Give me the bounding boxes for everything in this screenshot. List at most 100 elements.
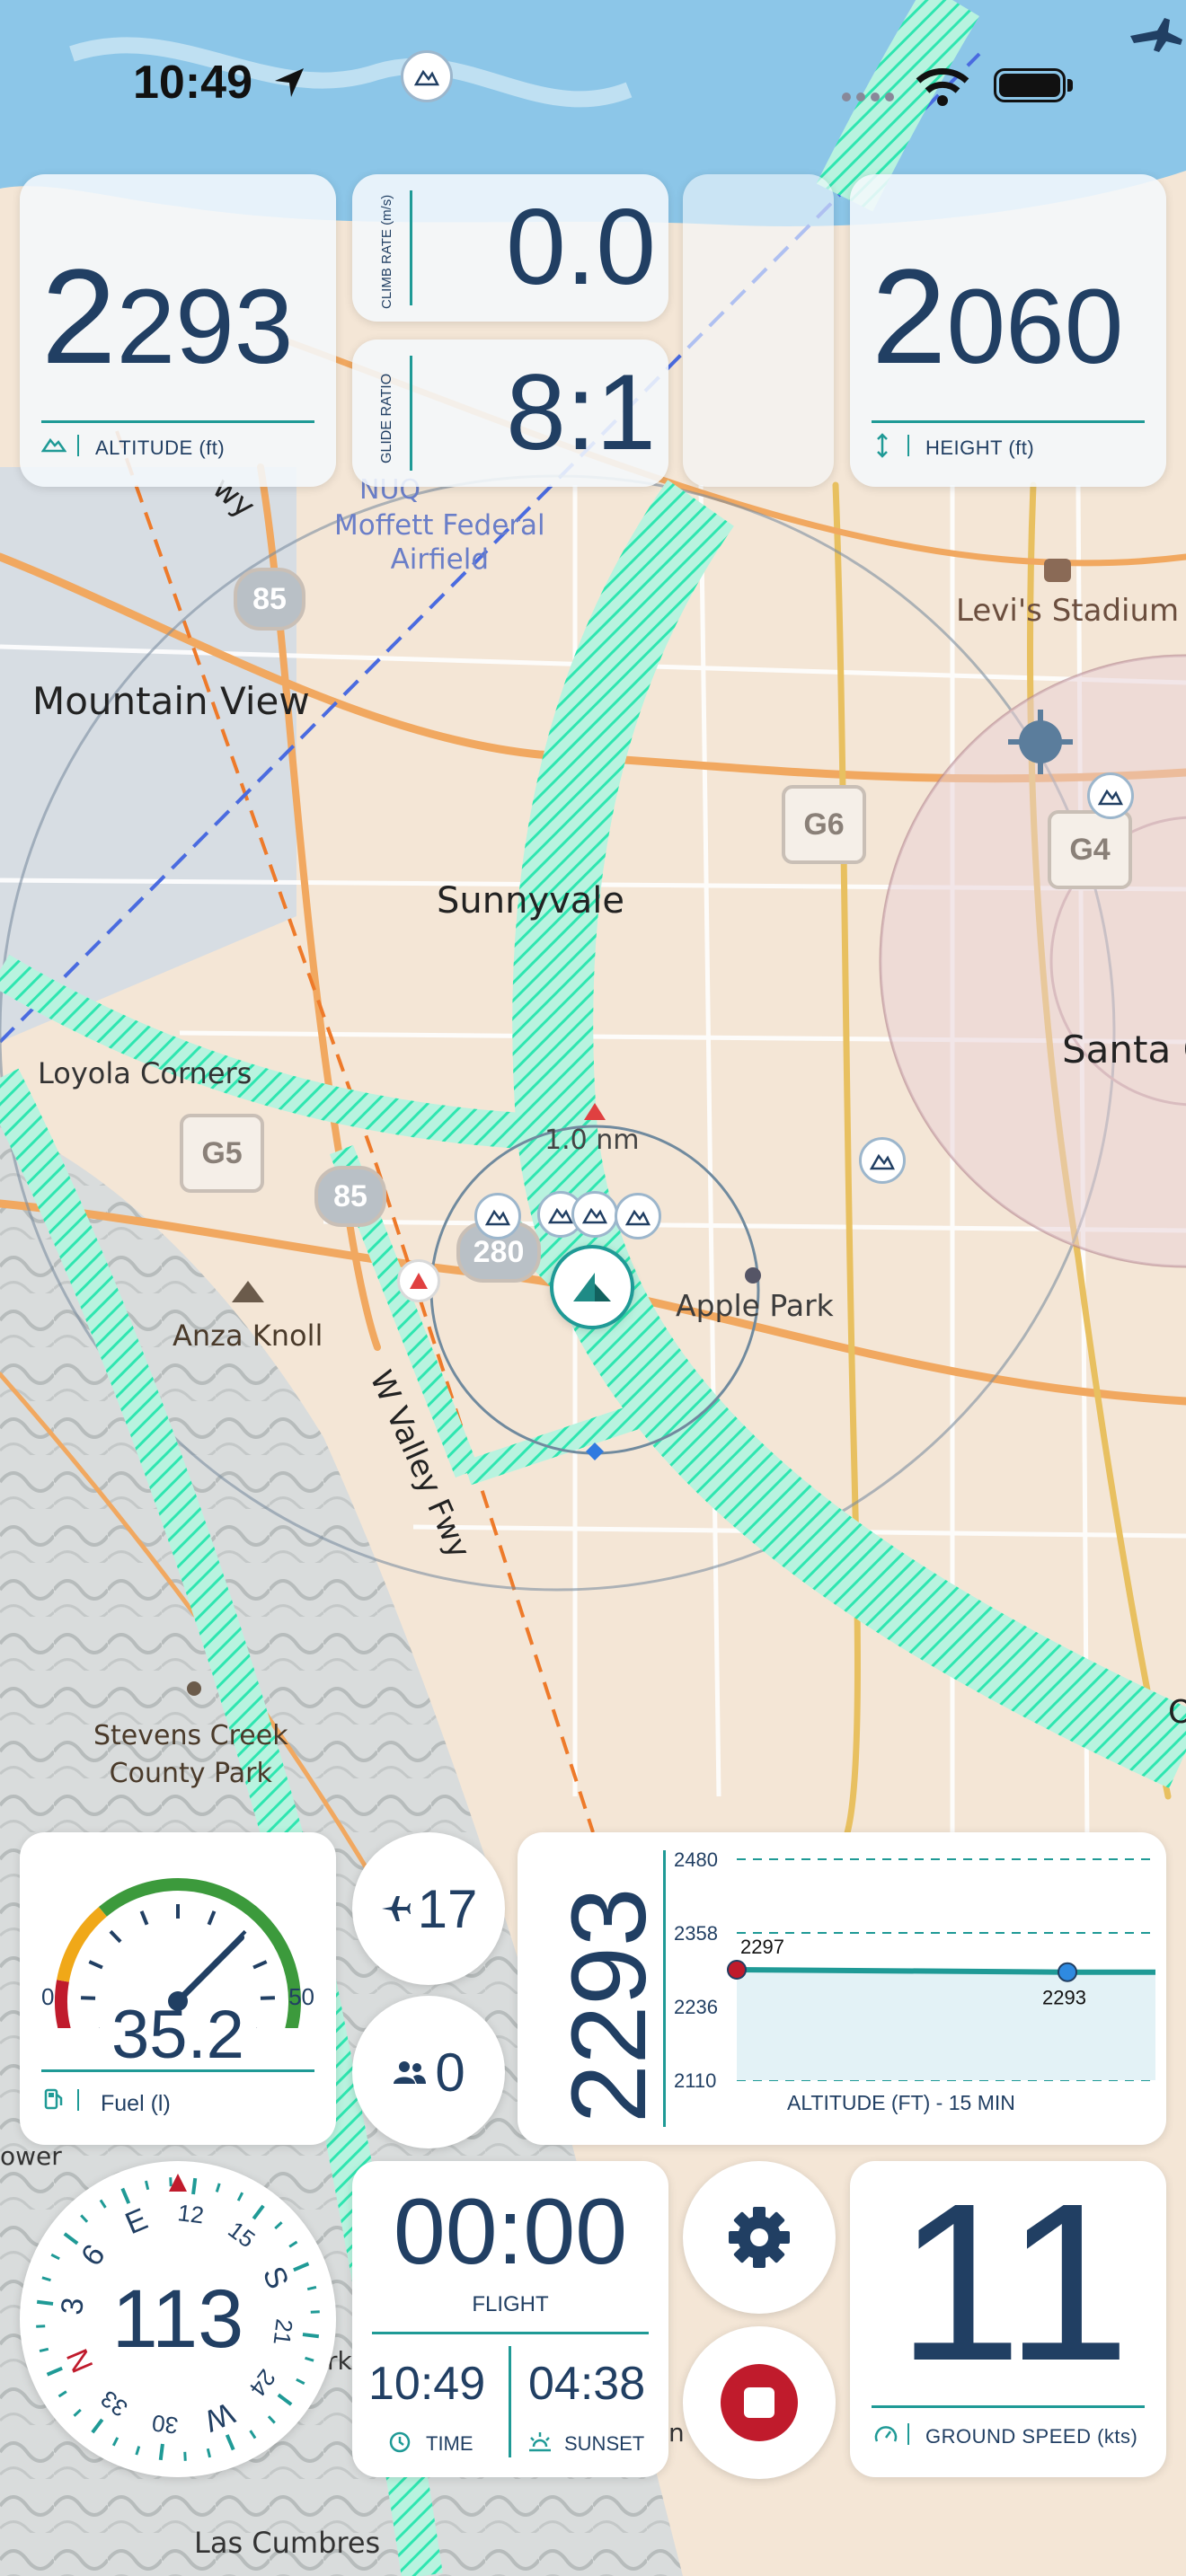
- climb-rate-value: 0.0: [506, 187, 656, 307]
- map-label-sunnyvale: Sunnyvale: [437, 880, 625, 922]
- thermal-icon-1[interactable]: [474, 1193, 521, 1239]
- stop-recording-button[interactable]: [683, 2326, 836, 2479]
- route-shield-85: 85: [234, 568, 305, 631]
- ground-speed-label: GROUND SPEED (kts): [925, 2425, 1138, 2448]
- people-icon: [394, 2061, 427, 2084]
- clock-time-label: TIME: [426, 2432, 474, 2455]
- clock-icon: [389, 2431, 411, 2453]
- compass[interactable]: N 3 6 E 12 15 S 21 24 W 30 33 113: [20, 2161, 336, 2477]
- speedometer-icon: [874, 2426, 898, 2442]
- map-label-stevens-creek: Stevens Creek County Park: [93, 1720, 288, 1789]
- climb-rate-label: CLIMB RATE (m/s): [379, 194, 394, 309]
- fuel-gauge-needle: [174, 1934, 245, 2005]
- height-label: HEIGHT (ft): [925, 437, 1035, 459]
- route-shield-g4: G4: [1048, 810, 1132, 889]
- fuel-pump-icon: [44, 2088, 63, 2110]
- map-label-apple-park: Apple Park: [676, 1288, 834, 1323]
- warning-icon[interactable]: [397, 1259, 440, 1302]
- fuel-label: Fuel (l): [101, 2091, 171, 2116]
- fuel-gauge-tick: [252, 1960, 268, 1970]
- ground-speed-value: 11: [897, 2157, 1130, 2407]
- map-label-santa-clara: Santa C: [1062, 1028, 1186, 1072]
- altitude-chart-tick-label: 2358: [674, 1922, 718, 1945]
- map-label-fragment-n: n: [668, 2418, 685, 2448]
- own-aircraft-icon[interactable]: [550, 1245, 634, 1329]
- altitude-chart-big-value: 2293: [550, 1887, 668, 2123]
- route-shield-g5: G5: [180, 1114, 264, 1193]
- airplane-icon: [381, 1896, 411, 1921]
- fuel-gauge-tick: [139, 1910, 149, 1926]
- route-shield-85-south: 85: [314, 1166, 386, 1227]
- fuel-gauge-tick: [207, 1910, 217, 1926]
- flight-timer-label: FLIGHT: [472, 2292, 549, 2316]
- height-value-rest: 060: [946, 268, 1124, 386]
- height-panel[interactable]: 2060 HEIGHT (ft): [850, 174, 1166, 487]
- altitude-panel[interactable]: 2293 ALTITUDE (ft): [20, 174, 336, 487]
- compass-tick: [36, 2299, 54, 2306]
- thermal-icon-top[interactable]: [401, 50, 453, 102]
- altitude-chart-area: [737, 1970, 1155, 2080]
- altitude-chart-start-point: [727, 1960, 747, 1980]
- sunset-time: 04:38: [528, 2358, 646, 2410]
- fuel-gauge-tick: [88, 1960, 103, 1970]
- battery-icon: [994, 68, 1066, 102]
- altitude-chart-panel[interactable]: 2293 2480 2358 2236 2110 2297 2293 ALTITUDE (…: [518, 1832, 1166, 2145]
- height-value-lead: 2: [872, 241, 947, 392]
- people-count-value: 0: [435, 2042, 465, 2103]
- map-label-loyola-corners: Loyola Corners: [38, 1056, 252, 1090]
- altitude-chart-tick-label: 2480: [674, 1848, 718, 1871]
- compass-tick: [191, 2177, 198, 2195]
- compass-tick: [169, 2177, 173, 2187]
- map-label-anza-knoll: Anza Knoll: [173, 1319, 323, 1353]
- location-arrow-icon: [275, 68, 304, 97]
- altitude-label: ALTITUDE (ft): [95, 437, 226, 459]
- compass-tick: [158, 2443, 164, 2461]
- compass-ring-label: 30: [150, 2409, 179, 2439]
- compass-tick: [36, 2325, 46, 2328]
- altitude-chart: 2480 2358 2236 2110 2297 2293: [674, 1848, 1155, 2092]
- height-icon: [877, 433, 888, 458]
- people-count-button[interactable]: 0: [352, 1996, 505, 2148]
- glide-ratio-label: GLIDE RATIO: [379, 373, 394, 463]
- glide-ratio-panel[interactable]: GLIDE RATIO 8:1: [352, 340, 668, 487]
- altitude-value-rest: 293: [116, 268, 294, 386]
- empty-instrument-slot[interactable]: [683, 174, 834, 487]
- altitude-value-lead: 2: [41, 241, 117, 392]
- compass-tick: [310, 2310, 320, 2314]
- battery-cap: [1067, 79, 1073, 92]
- sunset-label: SUNSET: [564, 2432, 645, 2455]
- altitude-chart-end-label: 2293: [1042, 1987, 1086, 2009]
- altitude-chart-line: [736, 1967, 1155, 1975]
- thermal-icon-east[interactable]: [859, 1137, 906, 1184]
- flight-time-panel[interactable]: 00:00 FLIGHT 10:49 TIME 04:38 SUNSET: [352, 2161, 668, 2477]
- altitude-icon: [41, 437, 66, 453]
- climb-rate-panel[interactable]: CLIMB RATE (m/s) 0.0: [352, 174, 668, 322]
- compass-heading: 113: [111, 2272, 244, 2365]
- fuel-gauge-tick: [109, 1929, 122, 1944]
- aircraft-count-button[interactable]: 17: [352, 1832, 505, 1985]
- wifi-icon: [916, 68, 969, 106]
- fuel-panel[interactable]: 0 50 35.2 Fuel (l): [20, 1832, 336, 2145]
- glide-ratio-value: 8:1: [506, 352, 656, 472]
- status-time: 10:49: [133, 57, 252, 109]
- gear-icon: [729, 2207, 790, 2268]
- compass-tick: [302, 2333, 320, 2339]
- map-label-fragment-o: O: [1168, 1694, 1186, 1731]
- compass-ring-label: 12: [176, 2199, 205, 2228]
- altitude-chart-start-label: 2297: [740, 1936, 784, 1958]
- ground-speed-panel[interactable]: 11 GROUND SPEED (kts): [850, 2161, 1166, 2477]
- stop-icon: [721, 2364, 798, 2441]
- compass-tick: [183, 2451, 187, 2461]
- thermal-icon-stadium[interactable]: [1087, 772, 1134, 819]
- route-shield-g6: G6: [782, 785, 866, 864]
- compass-ring-label: 21: [268, 2317, 297, 2346]
- thermal-icon-3[interactable]: [571, 1191, 618, 1238]
- sunset-icon: [529, 2432, 551, 2452]
- altitude-chart-end-point: [1058, 1962, 1077, 1982]
- altitude-chart-title: ALTITUDE (FT) - 15 MIN: [787, 2091, 1015, 2114]
- thermal-icon-4[interactable]: [615, 1193, 661, 1239]
- fuel-value: 35.2: [111, 1997, 244, 2073]
- flight-timer-value: 00:00: [393, 2180, 628, 2284]
- settings-button[interactable]: [683, 2161, 836, 2314]
- map-label-levis-stadium: Levi's Stadium: [956, 593, 1180, 629]
